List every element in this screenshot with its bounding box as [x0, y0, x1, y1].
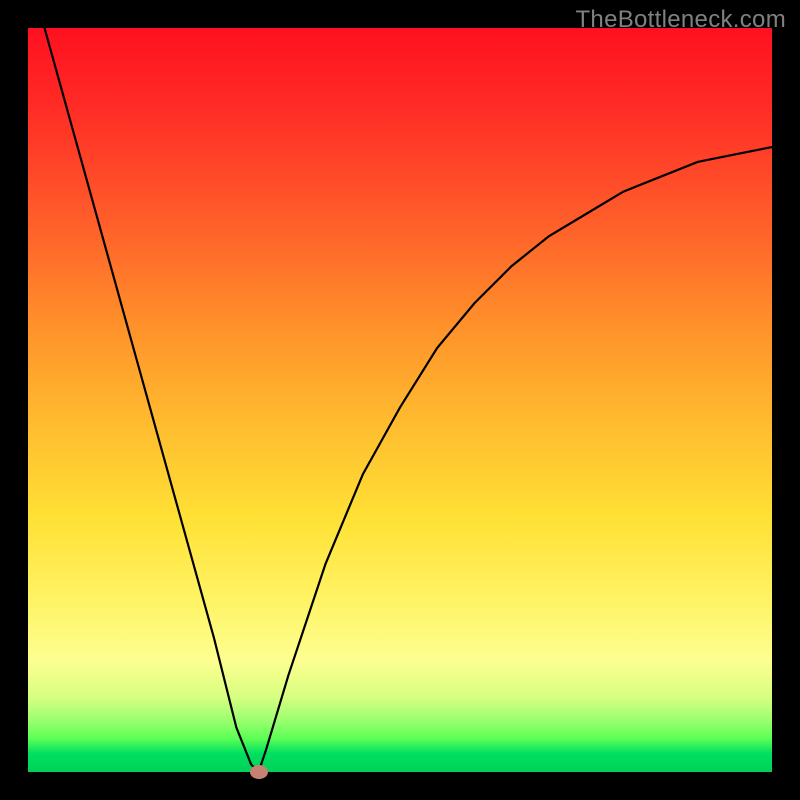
optimal-point-marker	[250, 765, 268, 779]
watermark-text: TheBottleneck.com	[575, 6, 786, 34]
chart-frame: TheBottleneck.com	[0, 0, 800, 800]
plot-area	[28, 28, 772, 772]
curve-path	[28, 0, 772, 772]
bottleneck-curve	[28, 28, 772, 772]
